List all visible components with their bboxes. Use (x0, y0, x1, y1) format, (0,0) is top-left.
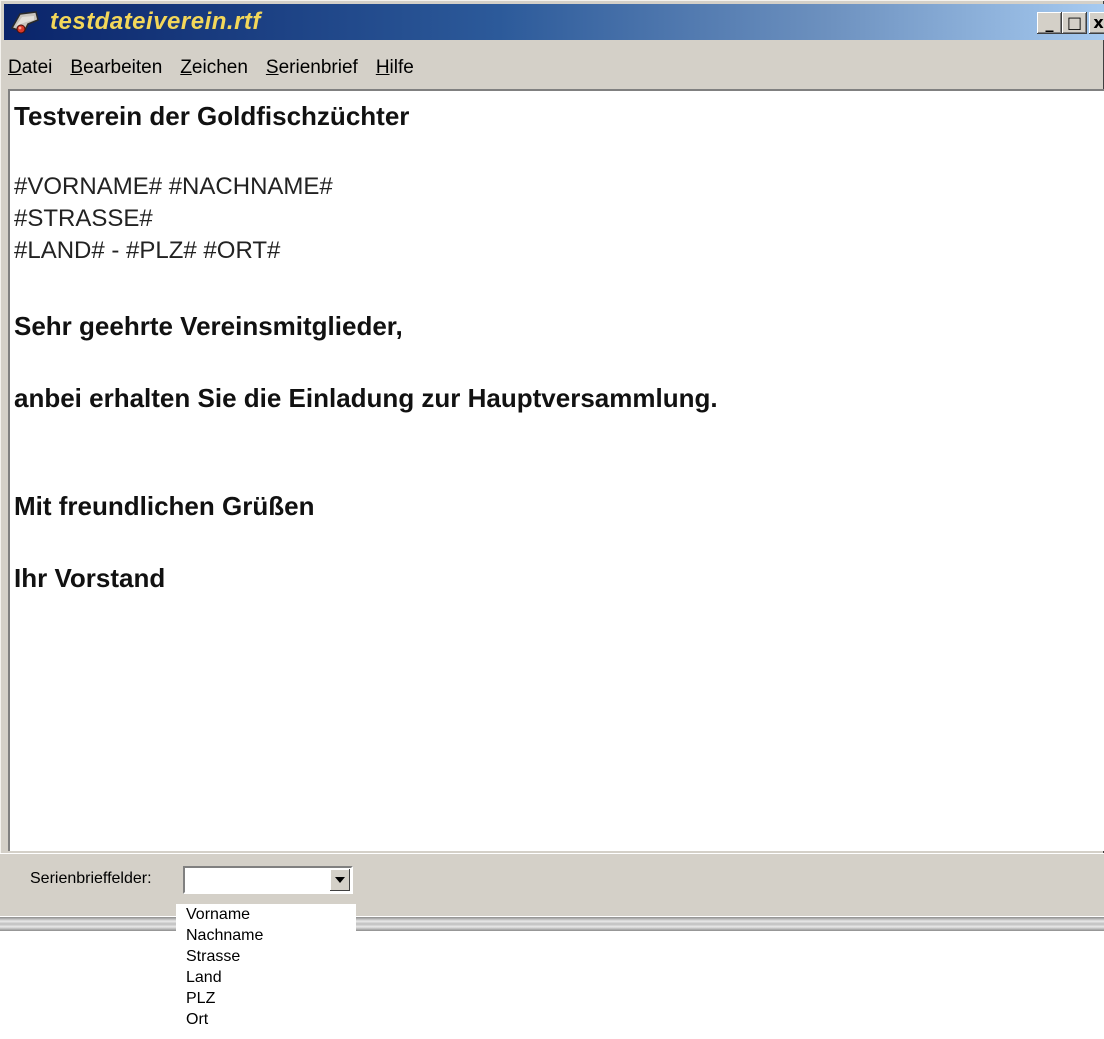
option-ort[interactable]: Ort (186, 1011, 208, 1029)
close-button[interactable]: x (1089, 12, 1104, 34)
option-nachname[interactable]: Nachname (186, 927, 263, 945)
menu-zeichen-label: eichen (191, 57, 248, 78)
window-bottom-edge (0, 917, 1104, 931)
menu-serienbrief-label: erienbrief (278, 57, 358, 78)
mailmerge-options-list[interactable]: Vorname Nachname Strasse Land PLZ Ort (176, 904, 356, 1039)
document-heading: Testverein der Goldfischzüchter (14, 101, 410, 131)
menu-hilfe[interactable]: Hilfe (376, 57, 414, 79)
document-editor[interactable]: Testverein der Goldfischzüchter #VORNAME… (8, 89, 1104, 851)
menu-serienbrief[interactable]: Serienbrief (266, 57, 358, 79)
menu-bearbeiten-label: earbeiten (83, 57, 163, 78)
mailmerge-fields-select[interactable] (183, 866, 353, 894)
option-land[interactable]: Land (186, 969, 222, 987)
menu-serienbrief-accel: S (265, 57, 279, 78)
signature-text: Ihr Vorstand (14, 563, 166, 593)
application-window: testdateiverein.rtf _ □ x Datei Bearbeit… (0, 0, 1104, 916)
menu-zeichen[interactable]: Zeichen (180, 57, 248, 79)
menu-bearbeiten-accel: B (70, 57, 84, 78)
app-icon[interactable] (10, 8, 40, 36)
mailmerge-fields-label: Serienbrieffelder: (30, 870, 152, 887)
window-title: testdateiverein.rtf (50, 8, 261, 35)
menu-datei-accel: D (8, 57, 22, 78)
closing-text: Mit freundlichen Grüßen (14, 491, 315, 521)
menu-datei-label: atei (21, 57, 53, 78)
minimize-button[interactable]: _ (1037, 12, 1062, 34)
address-line-street: #STRASSE# (14, 205, 153, 232)
mailmerge-panel: Serienbrieffelder: (0, 853, 1104, 916)
menu-hilfe-accel: H (375, 57, 390, 78)
menu-hilfe-label: ilfe (389, 57, 414, 78)
chevron-down-icon[interactable] (330, 869, 350, 891)
title-bar[interactable]: testdateiverein.rtf _ □ x (4, 4, 1104, 40)
address-line-name: #VORNAME# #NACHNAME# (14, 173, 333, 200)
option-plz[interactable]: PLZ (186, 990, 215, 1008)
salutation-text: Sehr geehrte Vereinsmitglieder, (14, 311, 403, 341)
menu-datei[interactable]: Datei (8, 57, 52, 79)
body-text: anbei erhalten Sie die Einladung zur Hau… (14, 383, 718, 413)
option-vorname[interactable]: Vorname (186, 906, 250, 924)
address-line-city: #LAND# - #PLZ# #ORT# (14, 237, 281, 264)
maximize-button[interactable]: □ (1062, 12, 1087, 34)
menu-bar: Datei Bearbeiten Zeichen Serienbrief Hil… (4, 52, 1104, 84)
menu-zeichen-accel: Z (180, 57, 192, 78)
menu-bearbeiten[interactable]: Bearbeiten (70, 57, 162, 79)
option-strasse[interactable]: Strasse (186, 948, 240, 966)
